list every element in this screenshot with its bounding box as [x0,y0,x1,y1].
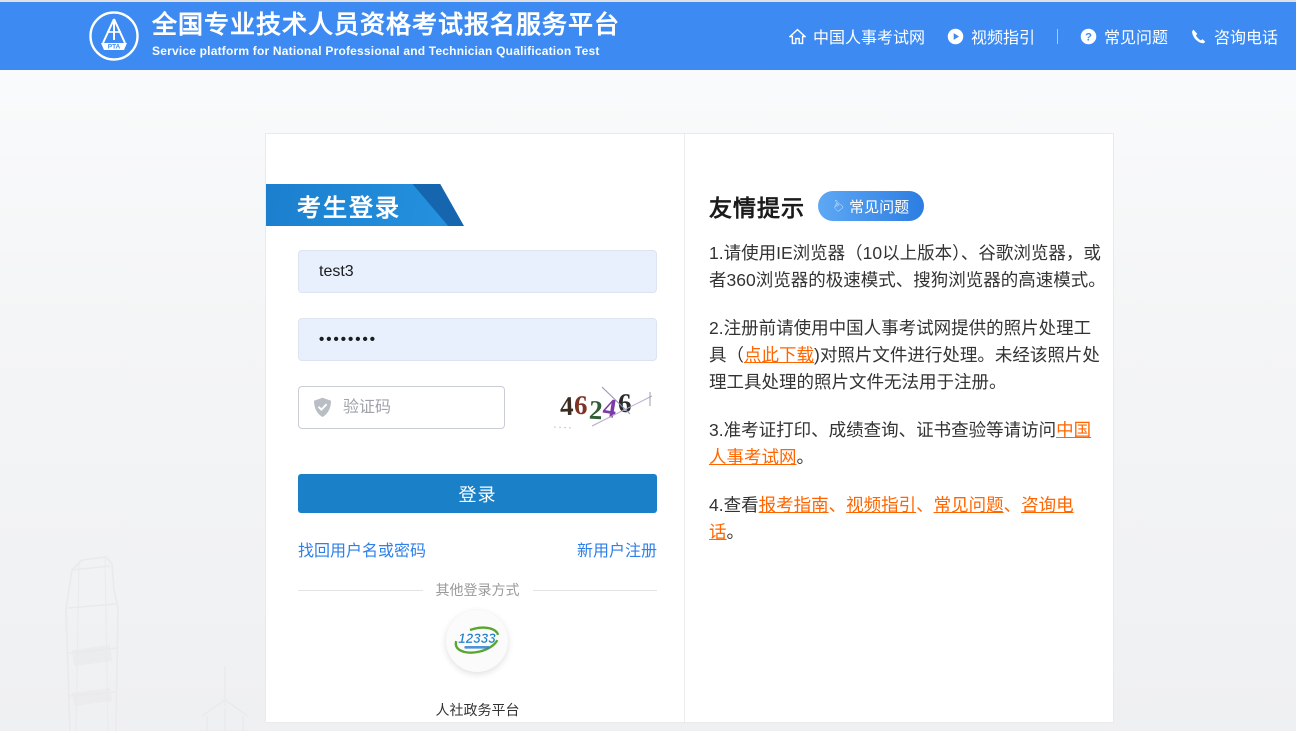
tip-link-video-guide[interactable]: 视频指引 [846,495,916,515]
home-icon [788,28,806,44]
nav-item-faq[interactable]: ? 常见问题 [1080,24,1168,48]
login-button[interactable]: 登录 [298,474,657,513]
phone-icon [1192,29,1206,43]
register-link[interactable]: 新用户注册 [577,537,657,561]
nav-item-cpta-site[interactable]: 中国人事考试网 [788,24,925,48]
captcha-image[interactable]: 4 6 2 4 6 [534,384,657,431]
login-panel: 考生登录 4 6 2 4 6 [266,134,684,722]
header-nav: 中国人事考试网 视频指引 ? 常见问题 咨询电话 [788,2,1278,70]
svg-text:PTA: PTA [108,44,121,51]
shield-check-icon [314,397,331,417]
question-circle-icon: ? [1080,28,1097,44]
faq-badge-button[interactable]: ☝ 常见问题 [818,191,925,221]
tips-heading: 友情提示 [709,195,805,221]
sso-12333-button[interactable]: 12333 [446,610,508,672]
page-subtitle: Service platform for National Profession… [152,44,600,58]
password-input[interactable] [299,319,656,360]
tip-item-3: 3.准考证打印、成绩查询、证书查验等请访问中国人事考试网。 [709,420,1092,467]
other-login-label: 其他登录方式 [435,582,520,598]
login-banner-title: 考生登录 [297,194,401,222]
nav-item-video-guide[interactable]: 视频指引 [947,24,1035,48]
tips-panel: 友情提示 ☝ 常见问题 1.请使用IE浏览器（10以上版本）、谷歌浏览器，或者3… [685,134,1115,722]
login-banner: 考生登录 [266,184,464,226]
main-card: 考生登录 4 6 2 4 6 [265,133,1114,723]
sso-12333-label: 人社政务平台 [435,702,520,718]
captcha-digit-0: 4 [559,390,574,422]
tip-link-download[interactable]: 点此下载 [744,345,814,365]
captcha-digit-4: 6 [617,387,632,419]
tip-link-faq[interactable]: 常见问题 [934,495,1004,515]
nav-item-phone[interactable]: 咨询电话 [1190,24,1278,48]
page-title: 全国专业技术人员资格考试报名服务平台 [152,11,621,39]
forgot-credentials-link[interactable]: 找回用户名或密码 [298,537,426,561]
12333-logo-icon: 12333 [454,626,500,654]
tip-item-4: 4.查看报考指南、视频指引、常见问题、咨询电话。 [709,495,1074,542]
captcha-digit-1: 6 [573,389,589,421]
svg-text:12333: 12333 [458,631,496,646]
nav-separator [1056,28,1058,44]
tip-item-2: 2.注册前请使用中国人事考试网提供的照片处理工具（点此下载)对照片文件进行处理。… [709,318,1100,392]
pointing-hand-icon: ☝ [828,196,847,216]
play-circle-icon [947,28,964,44]
captcha-input[interactable] [332,387,504,428]
captcha-digit-3: 4 [601,392,620,424]
other-login-divider: 其他登录方式 [298,580,657,600]
username-input[interactable] [299,251,656,292]
pta-logo-icon: PTA [88,10,140,62]
tip-item-1: 1.请使用IE浏览器（10以上版本）、谷歌浏览器，或者360浏览器的极速模式、搜… [709,243,1106,290]
app-header: PTA 全国专业技术人员资格考试报名服务平台 Service platform … [0,2,1296,70]
svg-text:?: ? [1085,31,1092,43]
background-buildings-sketch [65,556,250,731]
tip-link-exam-guide[interactable]: 报考指南 [759,495,829,515]
